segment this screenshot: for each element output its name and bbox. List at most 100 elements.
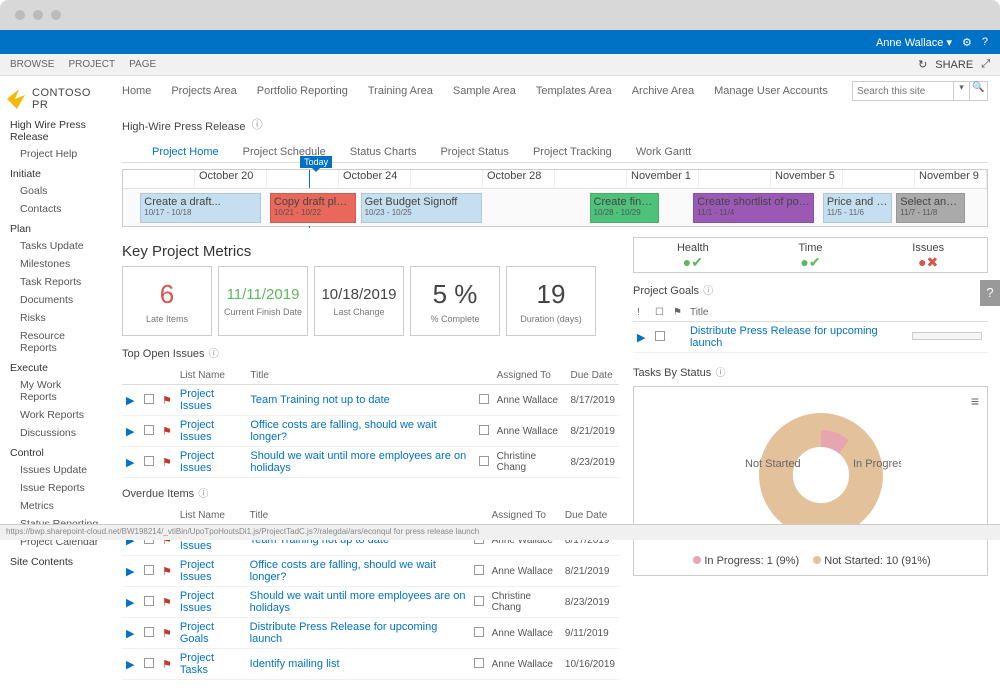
table-row[interactable]: ▶ Distribute Press Release for upcoming l… [633, 322, 988, 353]
nav-projects-area[interactable]: Projects Area [171, 85, 236, 97]
info-icon[interactable]: ⓘ [715, 368, 725, 379]
help-icon[interactable]: ? [982, 36, 988, 48]
sidenav-heading[interactable]: Initiate [0, 163, 110, 182]
table-row[interactable]: ▶⚑Project IssuesOffice costs are falling… [122, 416, 619, 447]
list-link[interactable]: Project Issues [180, 590, 214, 614]
help-panel-tab[interactable]: ? [980, 280, 1000, 306]
item-link[interactable]: Team Training not up to date [250, 394, 389, 406]
checkbox[interactable] [474, 565, 484, 575]
settings-gear-icon[interactable]: ⚙ [962, 36, 972, 49]
sidenav-item[interactable]: Documents [0, 291, 110, 309]
checkbox[interactable] [474, 658, 484, 668]
sidenav-heading[interactable]: Site Contents [0, 551, 110, 570]
subtab-status-charts[interactable]: Status Charts [350, 146, 417, 158]
subtab-project-status[interactable]: Project Status [440, 146, 508, 158]
sync-icon[interactable]: ↻ [918, 58, 927, 71]
sidenav-heading[interactable]: Control [0, 442, 110, 461]
play-icon[interactable]: ▶ [637, 331, 647, 341]
info-icon[interactable]: ⓘ [198, 489, 208, 500]
play-icon[interactable]: ▶ [126, 596, 136, 606]
item-link[interactable]: Identify mailing list [250, 658, 340, 670]
checkbox[interactable] [479, 456, 489, 466]
ribbon-tab-page[interactable]: PAGE [129, 59, 156, 70]
table-row[interactable]: ▶⚑Project IssuesOffice costs are falling… [122, 556, 619, 587]
sidenav-heading[interactable]: Plan [0, 218, 110, 237]
sidenav-item[interactable]: Task Reports [0, 273, 110, 291]
sidenav-item[interactable]: Metrics [0, 497, 110, 515]
subtab-project-home[interactable]: Project Home [152, 146, 219, 158]
share-button[interactable]: SHARE [935, 59, 973, 71]
checkbox[interactable] [144, 394, 154, 404]
checkbox[interactable] [474, 596, 484, 606]
nav-sample[interactable]: Sample Area [453, 85, 516, 97]
search-input[interactable] [853, 82, 953, 100]
list-link[interactable]: Project Issues [180, 419, 214, 443]
checkbox[interactable] [144, 627, 154, 637]
sidenav-item[interactable]: Risks [0, 309, 110, 327]
project-timeline[interactable]: Today October 20October 24October 28Nove… [122, 169, 988, 227]
sidenav-item[interactable]: Contacts [0, 200, 110, 218]
checkbox[interactable] [144, 456, 154, 466]
sidenav-item[interactable]: Milestones [0, 255, 110, 273]
search-icon[interactable]: 🔍 [969, 82, 987, 100]
info-icon[interactable]: ⓘ [209, 349, 219, 360]
title-info-icon[interactable]: ⓘ [252, 119, 263, 131]
subtab-tracking[interactable]: Project Tracking [533, 146, 612, 158]
ribbon-tab-project[interactable]: PROJECT [68, 59, 115, 70]
sidenav-heading[interactable]: Execute [0, 357, 110, 376]
sidenav-item[interactable]: Goals [0, 182, 110, 200]
table-row[interactable]: ▶⚑Project GoalsDistribute Press Release … [122, 618, 619, 649]
sidenav-heading[interactable]: High Wire Press Release [0, 114, 110, 145]
sidenav-item[interactable]: My Work Reports [0, 376, 110, 406]
table-row[interactable]: ▶⚑Project TasksIdentify mailing listAnne… [122, 649, 619, 680]
info-icon[interactable]: ⓘ [703, 286, 713, 297]
sidenav-item[interactable]: Discussions [0, 424, 110, 442]
sidenav-item[interactable]: Issues Update [0, 461, 110, 479]
checkbox[interactable] [474, 627, 484, 637]
checkbox[interactable] [655, 331, 665, 341]
item-link[interactable]: Distribute Press Release for upcoming la… [250, 621, 438, 645]
timeline-task[interactable]: Copy draft pl…10/21 - 10/22 [270, 193, 356, 223]
timeline-task[interactable]: Price and che…11/5 - 11/6 [823, 193, 892, 223]
nav-templates[interactable]: Templates Area [536, 85, 612, 97]
ribbon-tab-browse[interactable]: BROWSE [10, 59, 54, 70]
timeline-task[interactable]: Create shortlist of possible venues11/1 … [693, 193, 814, 223]
play-icon[interactable]: ▶ [126, 565, 136, 575]
table-row[interactable]: ▶⚑Project IssuesTeam Training not up to … [122, 385, 619, 416]
chart-menu-icon[interactable]: ≡ [971, 393, 979, 409]
sidenav-item[interactable]: Project Help [0, 145, 110, 163]
checkbox[interactable] [144, 565, 154, 575]
nav-home[interactable]: Home [122, 85, 151, 97]
checkbox[interactable] [479, 394, 489, 404]
focus-icon[interactable]: ⤢ [981, 58, 990, 71]
table-row[interactable]: ▶⚑Project IssuesShould we wait until mor… [122, 587, 619, 618]
checkbox[interactable] [144, 596, 154, 606]
item-link[interactable]: Office costs are falling, should we wait… [250, 559, 436, 583]
timeline-task[interactable]: Get Budget Signoff10/23 - 10/25 [361, 193, 482, 223]
sidenav-item[interactable]: Work Reports [0, 406, 110, 424]
list-link[interactable]: Project Goals [180, 621, 214, 645]
sidenav-item[interactable]: Tasks Update [0, 237, 110, 255]
timeline-task[interactable]: Create final ve…10/28 - 10/29 [590, 193, 659, 223]
item-link[interactable]: Office costs are falling, should we wait… [250, 419, 436, 443]
nav-portfolio[interactable]: Portfolio Reporting [257, 85, 348, 97]
checkbox[interactable] [144, 425, 154, 435]
item-link[interactable]: Should we wait until more employees are … [250, 590, 466, 614]
subtab-gantt[interactable]: Work Gantt [636, 146, 691, 158]
timeline-task[interactable]: Create a draft...10/17 - 10/18 [140, 193, 261, 223]
play-icon[interactable]: ▶ [126, 394, 136, 404]
play-icon[interactable]: ▶ [126, 627, 136, 637]
user-menu[interactable]: Anne Wallace ▾ [876, 36, 952, 49]
sidenav-item[interactable]: Resource Reports [0, 327, 110, 357]
table-row[interactable]: ▶⚑Project IssuesShould we wait until mor… [122, 447, 619, 478]
sidenav-item[interactable]: Issue Reports [0, 479, 110, 497]
site-logo[interactable]: CONTOSO PR [0, 84, 110, 114]
item-link[interactable]: Should we wait until more employees are … [250, 450, 466, 474]
nav-training[interactable]: Training Area [368, 85, 433, 97]
nav-users[interactable]: Manage User Accounts [714, 85, 828, 97]
goal-link[interactable]: Distribute Press Release for upcoming la… [690, 325, 878, 349]
list-link[interactable]: Project Issues [180, 450, 214, 474]
list-link[interactable]: Project Issues [180, 388, 214, 412]
list-link[interactable]: Project Issues [180, 559, 214, 583]
checkbox[interactable] [144, 658, 154, 668]
